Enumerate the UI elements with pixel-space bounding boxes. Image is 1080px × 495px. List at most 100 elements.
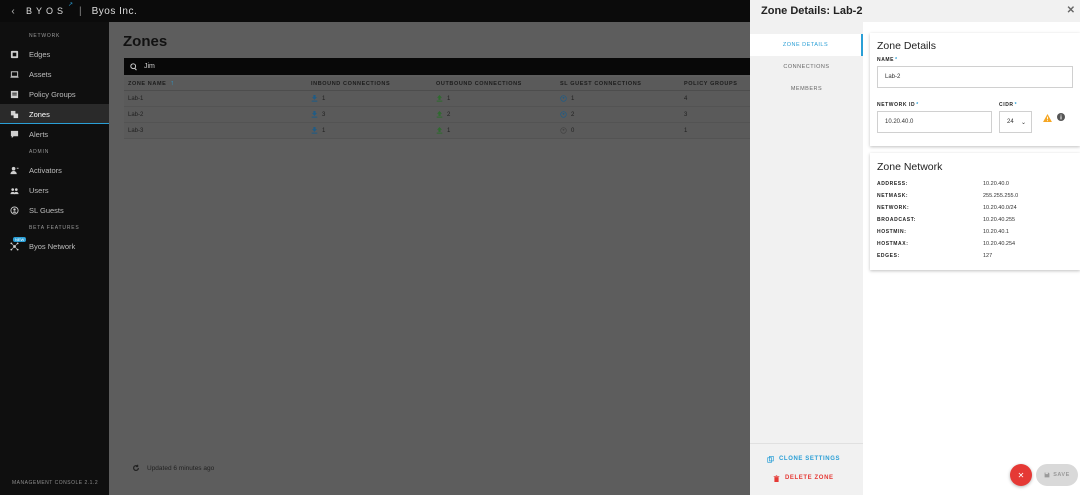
zones-icon: [0, 110, 29, 119]
close-icon[interactable]: ✕: [1067, 5, 1075, 16]
drawer-title: Zone Details: Lab-2: [761, 5, 863, 17]
name-label: NAME*: [877, 57, 898, 63]
network-info-row: NETWORK: 10.20.40.0/24: [877, 205, 1017, 211]
sidebar-section-beta: BETA FEATURES: [29, 225, 80, 231]
sidebar-item-edges[interactable]: Edges: [0, 44, 109, 64]
network-id-label: NETWORK ID*: [877, 102, 919, 108]
network-info-row: NETMASK: 255.255.255.0: [877, 193, 1019, 199]
cidr-select[interactable]: 24 ⌄: [999, 111, 1032, 133]
byos-logo: BYOS ↗: [26, 2, 74, 16]
col-outbound[interactable]: OUTBOUND CONNECTIONS: [436, 81, 560, 87]
refresh-icon[interactable]: [132, 464, 140, 472]
guest-count: 1: [571, 96, 575, 103]
search-input[interactable]: Jim: [144, 63, 155, 70]
table-row[interactable]: Lab-3 1 1 0 1: [124, 123, 750, 139]
network-info-row: HOSTMIN: 10.20.40.1: [877, 229, 1009, 235]
tab-zone-details[interactable]: ZONE DETAILS: [750, 34, 863, 56]
guest-connection-icon: [560, 127, 567, 134]
edges-icon: [0, 50, 29, 59]
trash-icon: [773, 474, 780, 482]
warning-icon[interactable]: [1043, 114, 1052, 122]
table-row[interactable]: Lab-2 3 2 2 3: [124, 107, 750, 123]
clone-settings-button[interactable]: CLONE SETTINGS: [750, 450, 863, 468]
drawer-content: Zone Details NAME* Lab-2 NETWORK ID* 10.…: [870, 33, 1080, 277]
network-row: NETWORK ID* 10.20.40.0 CIDR* 24 ⌄: [877, 102, 1073, 133]
info-icon[interactable]: [1057, 113, 1065, 121]
policy-icon: [0, 90, 29, 99]
sort-up-icon[interactable]: ↑: [170, 80, 174, 87]
network-info-row: ADDRESS: 10.20.40.0: [877, 181, 1009, 187]
network-info-row: HOSTMAX: 10.20.40.254: [877, 241, 1016, 247]
laptop-icon: [0, 70, 29, 79]
outbound-count: 1: [447, 128, 451, 135]
network-info-row: EDGES: 127: [877, 253, 993, 259]
activator-icon: [0, 166, 29, 175]
sidebar-section-network: NETWORK: [29, 33, 61, 39]
guest-count: 0: [571, 128, 575, 135]
guests-icon: [0, 205, 29, 215]
inbound-icon: [311, 126, 318, 134]
sidebar-item-label: Edges: [29, 49, 51, 59]
zones-table: ZONE NAME ↑ INBOUND CONNECTIONS OUTBOUND …: [124, 77, 750, 139]
sidebar-item-byos-network[interactable]: NEW Byos Network: [0, 236, 109, 256]
topbar-divider: |: [79, 5, 82, 17]
org-name: Byos Inc.: [91, 5, 138, 17]
sidebar: NETWORK Edges Assets Policy Groups Zones…: [0, 22, 109, 495]
outbound-count: 2: [447, 112, 451, 119]
sidebar-item-assets[interactable]: Assets: [0, 64, 109, 84]
sidebar-item-label: Assets: [29, 69, 52, 79]
chevron-left-icon[interactable]: ‹: [0, 6, 26, 17]
zone-name: Lab-2: [128, 111, 144, 118]
chevron-down-icon: ⌄: [1020, 119, 1026, 126]
policy-count: 3: [684, 111, 688, 118]
drawer-nav: ZONE DETAILS CONNECTIONS MEMBERS CLONE S…: [750, 22, 863, 495]
sidebar-item-label: Activators: [29, 165, 62, 175]
zone-name: Lab-3: [128, 127, 144, 134]
inbound-count: 1: [322, 96, 326, 103]
sidebar-item-users[interactable]: Users: [0, 180, 109, 200]
cancel-button[interactable]: ✕: [1010, 464, 1032, 486]
policy-count: 1: [684, 127, 688, 134]
col-inbound[interactable]: INBOUND CONNECTIONS: [311, 81, 436, 87]
outbound-icon: [436, 126, 443, 134]
outbound-icon: [436, 94, 443, 102]
network-id-field[interactable]: 10.20.40.0: [877, 111, 992, 133]
card-heading: Zone Details: [877, 40, 936, 52]
updated-text: Updated 6 minutes ago: [147, 464, 215, 472]
inbound-count: 3: [322, 112, 326, 119]
close-icon: ✕: [1017, 470, 1025, 480]
network-info-row: BROADCAST: 10.20.40.255: [877, 217, 1016, 223]
outbound-icon: [436, 110, 443, 118]
col-guest[interactable]: SL GUEST CONNECTIONS: [560, 81, 684, 87]
card-heading: Zone Network: [877, 161, 943, 173]
inbound-icon: [311, 94, 318, 102]
sidebar-item-label: Zones: [29, 109, 50, 119]
delete-zone-button[interactable]: DELETE ZONE: [750, 469, 863, 487]
outbound-count: 1: [447, 96, 451, 103]
network-icon: [0, 241, 29, 251]
sidebar-item-label: SL Guests: [29, 205, 64, 215]
tab-members[interactable]: MEMBERS: [750, 78, 863, 100]
sidebar-item-policy-groups[interactable]: Policy Groups: [0, 84, 109, 104]
col-zone-name[interactable]: ZONE NAME ↑: [124, 80, 311, 87]
alert-icon: [0, 130, 29, 139]
save-button[interactable]: SAVE: [1036, 464, 1078, 486]
col-policy[interactable]: POLICY GROUPS: [684, 81, 750, 87]
name-field[interactable]: Lab-2: [877, 66, 1073, 88]
cidr-label: CIDR*: [999, 102, 1018, 108]
save-icon: [1044, 472, 1050, 478]
sidebar-item-activators[interactable]: Activators: [0, 160, 109, 180]
sidebar-item-label: Policy Groups: [29, 89, 76, 99]
sidebar-item-zones[interactable]: Zones: [0, 104, 109, 124]
inbound-count: 1: [322, 128, 326, 135]
search-bar[interactable]: Jim: [124, 58, 750, 75]
zones-page: Zones Jim ZONE NAME ↑ INBOUND CONNECTIONS…: [109, 22, 750, 495]
tab-connections[interactable]: CONNECTIONS: [750, 56, 863, 78]
table-row[interactable]: Lab-1 1 1 1 4: [124, 91, 750, 107]
sidebar-item-label: Users: [29, 185, 49, 195]
sidebar-item-sl-guests[interactable]: SL Guests: [0, 200, 109, 220]
copy-icon: [767, 455, 774, 463]
guest-connection-icon: [560, 111, 567, 118]
users-icon: [0, 186, 29, 195]
sidebar-item-alerts[interactable]: Alerts: [0, 124, 109, 144]
